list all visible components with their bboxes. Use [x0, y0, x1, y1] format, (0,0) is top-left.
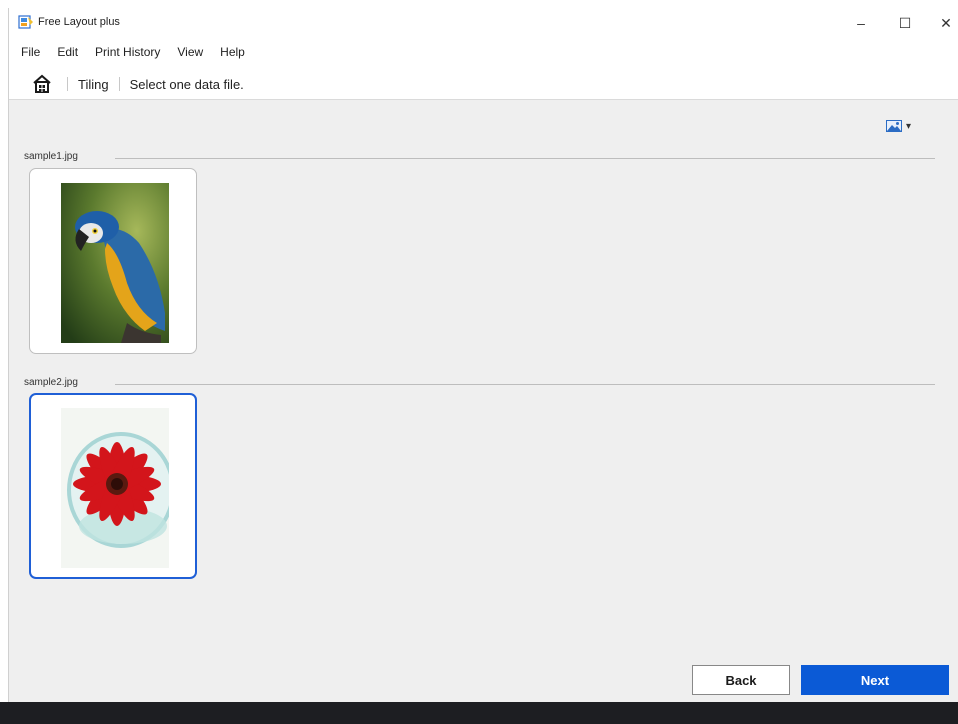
- menu-print-history[interactable]: Print History: [87, 42, 169, 64]
- minimize-button[interactable]: –: [839, 10, 883, 36]
- menu-help[interactable]: Help: [212, 42, 254, 64]
- breadcrumb-instruction: Select one data file.: [129, 76, 244, 92]
- breadcrumb: Tiling Select one data file.: [9, 68, 244, 100]
- breadcrumb-separator: [118, 77, 120, 91]
- image-view-icon: [886, 120, 902, 132]
- file-list-area: ▾ sample1.jpg sample2.jpg Back Next: [9, 99, 958, 703]
- group-divider: [115, 384, 935, 385]
- parrot-photo: [61, 183, 169, 343]
- menu-bar: File Edit Print History View Help: [9, 42, 254, 64]
- breadcrumb-separator: [67, 77, 68, 91]
- group-divider: [115, 158, 935, 159]
- app-logo-icon: [18, 15, 33, 29]
- view-toggle-button[interactable]: ▾: [886, 120, 911, 132]
- file-group-label: sample1.jpg: [24, 151, 78, 162]
- file-thumbnail-card[interactable]: [29, 168, 197, 354]
- home-button[interactable]: [27, 71, 57, 97]
- back-button[interactable]: Back: [692, 665, 790, 695]
- app-window: Free Layout plus – ☐ ✕ File Edit Print H…: [8, 8, 958, 703]
- window-title: Free Layout plus: [38, 16, 120, 28]
- file-group-label: sample2.jpg: [24, 377, 78, 388]
- menu-edit[interactable]: Edit: [49, 42, 87, 64]
- maximize-button[interactable]: ☐: [883, 10, 927, 36]
- home-icon: [33, 74, 51, 93]
- close-button[interactable]: ✕: [924, 10, 958, 36]
- chevron-down-icon: ▾: [906, 120, 912, 132]
- taskbar: [0, 702, 958, 724]
- red-flower-photo: [61, 408, 169, 568]
- menu-view[interactable]: View: [169, 42, 212, 64]
- breadcrumb-mode: Tiling: [78, 76, 109, 92]
- title-bar: Free Layout plus – ☐ ✕: [9, 8, 958, 38]
- file-thumbnail-card-selected[interactable]: [29, 393, 197, 579]
- menu-file[interactable]: File: [9, 42, 49, 64]
- next-button[interactable]: Next: [801, 665, 949, 695]
